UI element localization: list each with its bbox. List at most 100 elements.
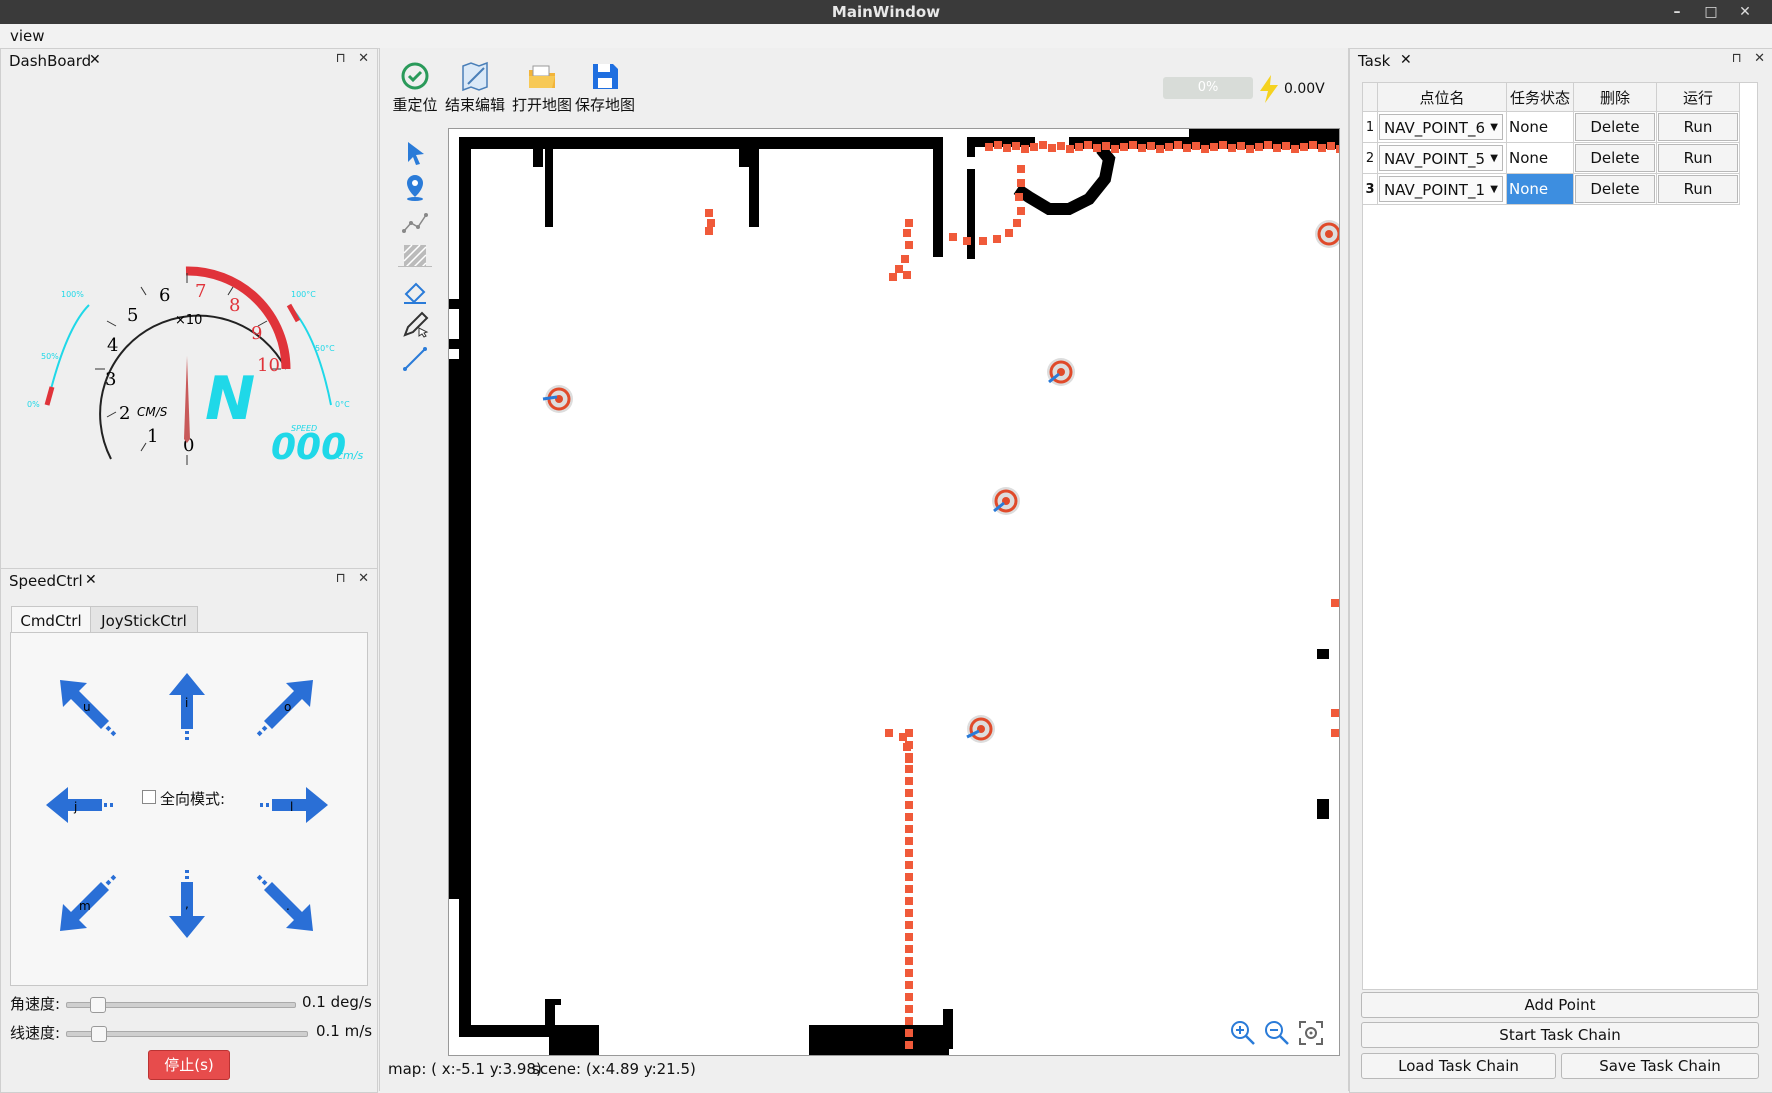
- laser-point: [707, 219, 715, 227]
- laser-point: [1219, 141, 1227, 149]
- zoom-out-icon[interactable]: [1263, 1019, 1291, 1047]
- laser-point: [905, 969, 913, 977]
- laser-point: [1120, 143, 1128, 151]
- speedctrl-dock-buttons[interactable]: ⊓ ✕: [336, 571, 369, 586]
- laser-point: [905, 849, 913, 857]
- occupancy-grid: [449, 129, 1339, 1055]
- save-map-button[interactable]: 保存地图: [570, 60, 640, 115]
- laser-point: [905, 825, 913, 833]
- laser-point: [1075, 143, 1083, 151]
- delete-button[interactable]: Delete: [1575, 113, 1655, 141]
- laser-point: [1282, 142, 1290, 150]
- laser-point: [1300, 143, 1308, 151]
- col-run: 运行: [1656, 82, 1740, 112]
- select-tool-icon[interactable]: [400, 138, 430, 168]
- laser-point: [905, 981, 913, 989]
- path-tool-icon[interactable]: [400, 207, 430, 237]
- end-edit-button[interactable]: 结束编辑: [440, 60, 510, 115]
- chevron-down-icon: ▼: [1490, 122, 1498, 133]
- add-point-button[interactable]: Add Point: [1361, 992, 1759, 1018]
- omni-mode-checkbox[interactable]: [142, 790, 156, 804]
- laser-point: [979, 237, 987, 245]
- task-dock-buttons[interactable]: ⊓ ✕: [1732, 51, 1765, 66]
- nav-point-marker: [542, 385, 573, 413]
- tick-2: 2: [119, 403, 130, 424]
- temp-gauge-0: 0°C: [335, 400, 350, 409]
- eraser-tool-icon[interactable]: [400, 276, 430, 306]
- laser-point: [905, 909, 913, 917]
- arrow-down-right-button[interactable]: .: [248, 866, 328, 946]
- temp-gauge-50: 50°C: [315, 344, 335, 353]
- arrow-up-button[interactable]: i: [147, 665, 227, 745]
- open-map-label: 打开地图: [511, 96, 572, 114]
- laser-point: [1048, 144, 1056, 152]
- laser-point: [905, 885, 913, 893]
- laser-point: [1012, 142, 1020, 150]
- dashboard-tab-close-icon[interactable]: ✕: [89, 52, 101, 68]
- window-titlebar: MainWindow – □ ✕: [0, 0, 1772, 24]
- nav-point-tool-icon[interactable]: [400, 172, 430, 202]
- task-status: None: [1506, 142, 1574, 174]
- point-select[interactable]: NAV_POINT_5 ▼: [1379, 145, 1503, 171]
- col-task-status: 任务状态: [1506, 82, 1574, 112]
- tick-1: 1: [147, 426, 158, 447]
- save-task-chain-button[interactable]: Save Task Chain: [1561, 1053, 1759, 1079]
- task-tab-close-icon[interactable]: ✕: [1400, 52, 1412, 68]
- start-task-chain-button[interactable]: Start Task Chain: [1361, 1022, 1759, 1048]
- open-map-button[interactable]: 打开地图: [507, 60, 577, 115]
- line-tool-icon[interactable]: [400, 344, 430, 374]
- arrow-down-left-button[interactable]: m: [45, 866, 125, 946]
- nav-point-marker: [1047, 358, 1075, 386]
- fit-view-icon[interactable]: [1297, 1019, 1325, 1047]
- svg-text:j: j: [73, 800, 77, 814]
- laser-point: [899, 733, 907, 741]
- lightning-icon: [1260, 75, 1278, 103]
- delete-button[interactable]: Delete: [1575, 175, 1655, 203]
- svg-text:u: u: [83, 700, 91, 714]
- minimize-button[interactable]: –: [1666, 1, 1688, 23]
- delete-button[interactable]: Delete: [1575, 144, 1655, 172]
- arrow-down-button[interactable]: ,: [147, 866, 227, 946]
- linear-speed-handle[interactable]: [91, 1026, 107, 1042]
- pen-tool-icon[interactable]: [400, 310, 430, 340]
- laser-point: [903, 271, 911, 279]
- tick-10: 10: [257, 355, 280, 376]
- menu-view[interactable]: view: [10, 27, 45, 45]
- run-button[interactable]: Run: [1658, 175, 1738, 203]
- map-canvas[interactable]: [448, 128, 1340, 1056]
- task-status-selected[interactable]: None: [1506, 173, 1574, 205]
- speedctrl-tab-close-icon[interactable]: ✕: [85, 572, 97, 588]
- arrow-up-right-button[interactable]: o: [248, 665, 328, 745]
- arrow-up-left-button[interactable]: u: [45, 665, 125, 745]
- stop-button[interactable]: 停止(s): [148, 1050, 230, 1080]
- tab-cmdctrl[interactable]: CmdCtrl: [11, 606, 91, 635]
- tick-3: 3: [105, 369, 116, 390]
- task-status: None: [1506, 111, 1574, 143]
- laser-point: [1192, 142, 1200, 150]
- close-button[interactable]: ✕: [1734, 1, 1756, 23]
- table-row: 1 NAV_POINT_6 ▼ None Delete Run: [1362, 111, 1740, 143]
- laser-point: [905, 993, 913, 1001]
- laser-point: [905, 945, 913, 953]
- laser-point: [1174, 141, 1182, 149]
- run-button[interactable]: Run: [1658, 144, 1738, 172]
- arrow-right-button[interactable]: l: [256, 765, 336, 845]
- laser-point: [705, 209, 713, 217]
- laser-scan-points: [705, 141, 1339, 1049]
- dashboard-dock-buttons[interactable]: ⊓ ✕: [336, 51, 369, 66]
- svg-text:,: ,: [185, 897, 189, 911]
- run-button[interactable]: Run: [1658, 113, 1738, 141]
- zoom-in-icon[interactable]: [1229, 1019, 1257, 1047]
- laser-point: [1331, 729, 1339, 737]
- point-select[interactable]: NAV_POINT_6 ▼: [1379, 114, 1503, 140]
- angular-speed-handle[interactable]: [90, 997, 106, 1013]
- laser-point: [889, 273, 897, 281]
- tab-joystickctrl[interactable]: JoyStickCtrl: [90, 606, 198, 635]
- maximize-button[interactable]: □: [1700, 1, 1722, 23]
- row-index: 2: [1362, 142, 1378, 174]
- laser-point: [1183, 144, 1191, 152]
- point-select[interactable]: NAV_POINT_1 ▼: [1379, 176, 1503, 202]
- arrow-left-button[interactable]: j: [38, 765, 118, 845]
- nav-points: [542, 220, 1339, 743]
- load-task-chain-button[interactable]: Load Task Chain: [1361, 1053, 1556, 1079]
